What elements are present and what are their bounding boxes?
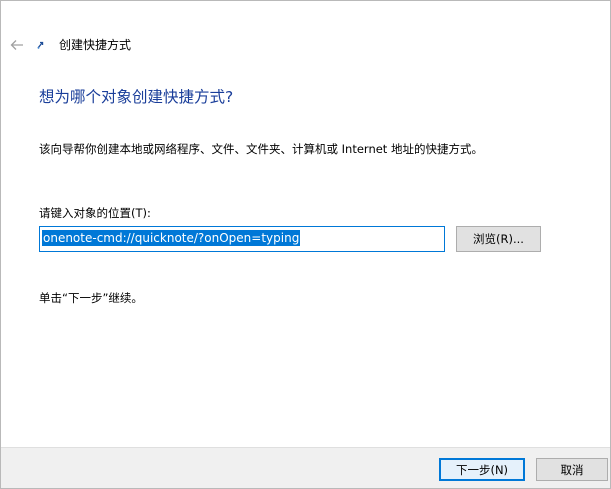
dialog-title: 创建快捷方式 <box>59 38 132 52</box>
create-shortcut-dialog: 创建快捷方式 想为哪个对象创建快捷方式? 该向导帮你创建本地或网络程序、文件、文… <box>0 0 611 489</box>
browse-button[interactable]: 浏览(R)... <box>456 226 541 252</box>
next-button[interactable]: 下一步(N) <box>439 458 525 481</box>
wizard-header: 创建快捷方式 <box>1 29 610 61</box>
back-button[interactable] <box>7 35 27 55</box>
location-input[interactable]: onenote-cmd://quicknote/?onOpen=typing <box>39 226 445 252</box>
arrow-left-icon <box>10 40 23 50</box>
shortcut-icon <box>37 41 44 49</box>
dialog-footer: 下一步(N) 取消 <box>1 447 610 488</box>
page-heading: 想为哪个对象创建快捷方式? <box>39 88 234 106</box>
location-label: 请键入对象的位置(T): <box>39 206 151 220</box>
continue-instruction: 单击“下一步”继续。 <box>39 291 143 305</box>
wizard-description: 该向导帮你创建本地或网络程序、文件、文件夹、计算机或 Internet 地址的快… <box>39 142 483 156</box>
cancel-button[interactable]: 取消 <box>536 458 608 481</box>
location-input-value: onenote-cmd://quicknote/?onOpen=typing <box>42 230 301 246</box>
